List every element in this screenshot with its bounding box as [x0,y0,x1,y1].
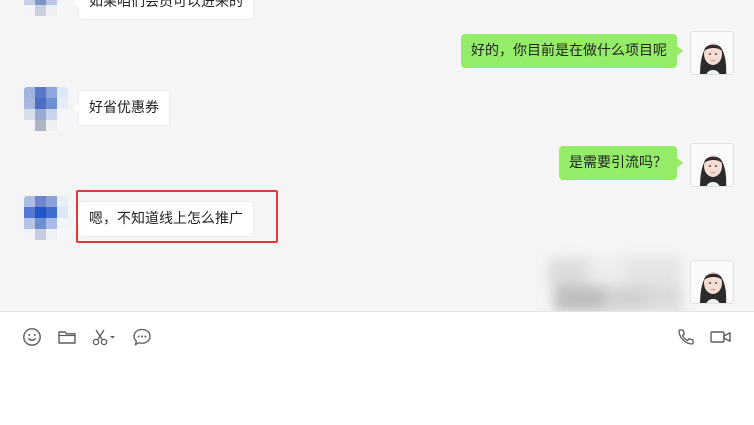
message-text: 如果咱们会员可以进来的 [89,0,243,10]
scissors-icon[interactable] [89,326,119,348]
my-avatar[interactable] [690,260,734,304]
highlight-box [76,190,278,243]
person-photo-icon [691,261,733,303]
my-avatar[interactable] [690,31,734,75]
message-bubble[interactable]: 是需要引流吗？ [559,146,683,180]
person-photo-icon [691,32,733,74]
contact-avatar[interactable] [24,87,68,131]
person-photo-icon [691,144,733,186]
message-bubble[interactable]: 好省优惠券 [73,90,170,126]
phone-icon[interactable] [675,326,697,348]
chat-bubble-icon[interactable] [131,326,153,348]
contact-avatar[interactable] [24,0,68,16]
message-composer [0,311,754,425]
message-text: 好的，你目前是在做什么项目呢 [471,43,667,59]
my-avatar[interactable] [690,143,734,187]
video-icon[interactable] [708,326,734,348]
contact-avatar[interactable] [24,196,68,240]
blurred-image-message[interactable] [548,256,682,311]
folder-icon[interactable] [56,326,78,348]
chat-history: 如果咱们会员可以进来的 好的，你目前是在做什么项目呢 好省优惠券 是需要引流吗？ [0,0,754,311]
message-bubble[interactable]: 如果咱们会员可以进来的 [73,0,254,20]
message-text: 好省优惠券 [89,100,159,116]
emoji-icon[interactable] [21,326,43,348]
chevron-down-icon [110,336,115,339]
message-bubble[interactable]: 好的，你目前是在做什么项目呢 [461,34,683,68]
message-input[interactable] [16,358,742,422]
message-text: 是需要引流吗？ [569,155,667,171]
